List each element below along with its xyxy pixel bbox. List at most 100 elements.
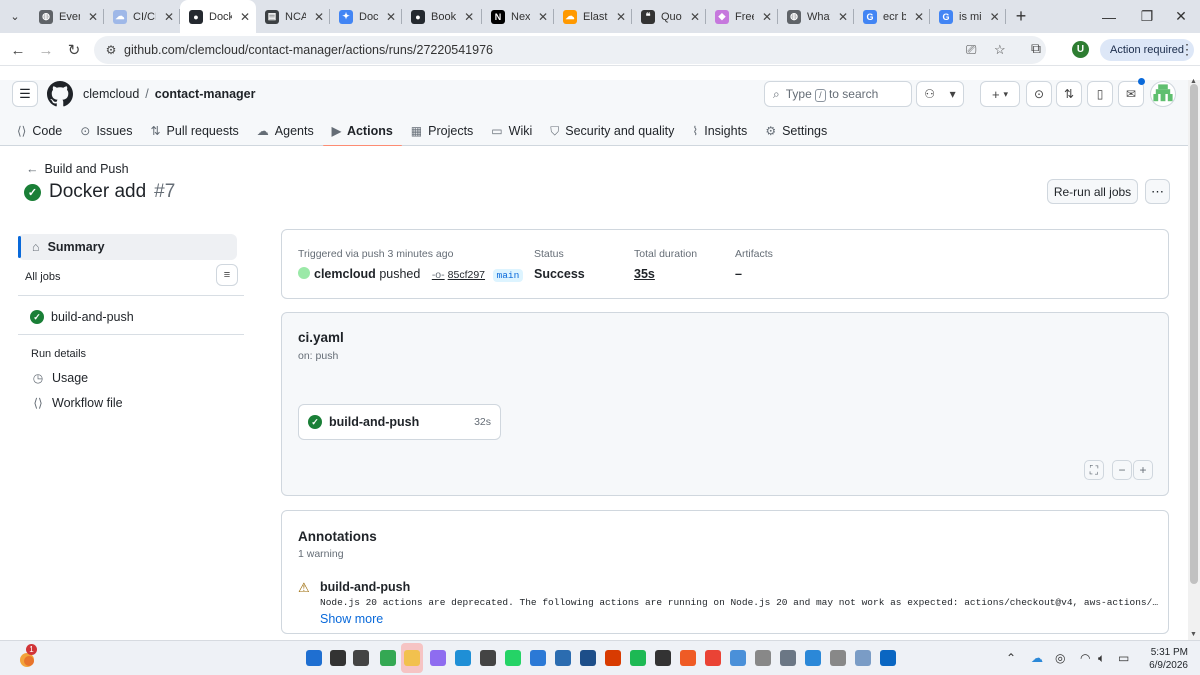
commit-sha-link[interactable]: -o- 85cf297 — [432, 269, 485, 281]
reload-icon[interactable]: ↻ — [62, 38, 86, 62]
close-tab-icon[interactable]: ✕ — [990, 10, 1000, 24]
vscode-icon[interactable] — [530, 650, 546, 666]
tab-insights[interactable]: ⌇ Insights — [683, 116, 756, 146]
terminal-icon[interactable] — [480, 650, 496, 666]
close-window-icon[interactable]: ✕ — [1162, 0, 1200, 33]
close-tab-icon[interactable]: ✕ — [314, 10, 324, 24]
search-input[interactable]: ⌕ Type / to search — [764, 81, 912, 107]
app-icon[interactable] — [805, 650, 821, 666]
tab-security-and-quality[interactable]: ⛉ Security and quality — [541, 116, 683, 146]
browser-tab[interactable]: Gecr b ✕ — [854, 0, 930, 33]
close-tab-icon[interactable]: ✕ — [914, 10, 924, 24]
console-icon[interactable] — [655, 650, 671, 666]
browser-tab[interactable]: ✦Dock✕ — [330, 0, 402, 33]
back-to-workflow-link[interactable]: ← Build and Push — [26, 162, 129, 176]
search-icon[interactable] — [330, 650, 346, 666]
paint-icon[interactable] — [855, 650, 871, 666]
page-scrollbar[interactable]: ▲ ▼ — [1188, 78, 1200, 640]
close-tab-icon[interactable]: ✕ — [164, 10, 174, 24]
database-icon[interactable] — [755, 650, 771, 666]
browser-tab[interactable]: ◍Event✕ — [30, 0, 104, 33]
postman-icon[interactable] — [680, 650, 696, 666]
tab-agents[interactable]: ☁ Agents — [248, 116, 323, 146]
volume-icon[interactable]: 🔈︎ — [1098, 651, 1105, 666]
scrollbar-thumb[interactable] — [1190, 84, 1198, 584]
duration-link[interactable]: 35s — [634, 267, 655, 281]
close-tab-icon[interactable]: ✕ — [690, 10, 700, 24]
filter-icon[interactable]: ≡ — [216, 264, 238, 286]
edge-icon[interactable] — [455, 650, 471, 666]
battery-icon[interactable]: ▭ — [1118, 651, 1129, 665]
rerun-all-jobs-button[interactable]: Re-run all jobs — [1047, 179, 1138, 204]
repo-link[interactable]: contact-manager — [155, 87, 256, 101]
zoom-in-icon[interactable]: + — [1133, 460, 1153, 480]
url-text[interactable]: github.com/clemcloud/contact-manager/act… — [124, 43, 493, 57]
browser-tab[interactable]: ❝Quot✕ — [632, 0, 706, 33]
task-view-icon[interactable] — [353, 650, 369, 666]
office-icon[interactable] — [605, 650, 621, 666]
profile-avatar[interactable]: U — [1072, 41, 1089, 58]
copilot-icon[interactable] — [430, 650, 446, 666]
tab-actions[interactable]: ▶ Actions — [322, 116, 402, 147]
app-icon[interactable] — [830, 650, 846, 666]
user-avatar[interactable] — [1150, 81, 1176, 107]
browser-tab[interactable]: ☁CI/CD✕ — [104, 0, 180, 33]
browser-tab[interactable]: NNext✕ — [482, 0, 554, 33]
branch-label[interactable]: main — [492, 269, 524, 282]
pull-requests-icon[interactable]: ⇅ — [1056, 81, 1082, 107]
browser-tab[interactable]: ● Dock ✕ — [180, 0, 256, 33]
sync-icon[interactable]: ◎ — [1055, 651, 1065, 665]
zoom-out-icon[interactable]: − — [1112, 460, 1132, 480]
onedrive-icon[interactable]: ☁ — [1031, 651, 1043, 665]
new-tab-button[interactable]: + — [1006, 0, 1036, 33]
file-explorer-icon[interactable] — [404, 650, 420, 666]
settings-icon[interactable] — [780, 650, 796, 666]
chrome-icon[interactable] — [705, 650, 721, 666]
forward-icon[interactable]: → — [34, 38, 58, 62]
close-tab-icon[interactable]: ✕ — [538, 10, 548, 24]
copilot-button[interactable]: ⚇ ▾ — [916, 81, 964, 107]
tab-pull-requests[interactable]: ⇅ Pull requests — [141, 116, 247, 146]
tab-issues[interactable]: ⊙ Issues — [71, 116, 141, 146]
browser-tab[interactable]: ● Book ✕ — [402, 0, 482, 33]
linkedin-icon[interactable] — [880, 650, 896, 666]
kebab-menu-icon[interactable]: ⋯ — [1145, 179, 1170, 204]
repositories-icon[interactable]: ▯ — [1087, 81, 1113, 107]
close-tab-icon[interactable]: ✕ — [464, 10, 474, 24]
close-tab-icon[interactable]: ✕ — [838, 10, 848, 24]
chrome-icon[interactable] — [380, 650, 396, 666]
browser-tab[interactable]: ☁ Elasti ✕ — [554, 0, 632, 33]
system-clock[interactable]: 5:31 PM 6/9/2026 — [1144, 646, 1188, 672]
browser-tab[interactable]: Gis mi ✕ — [930, 0, 1006, 33]
job-card[interactable]: ✓ build-and-push 32s — [298, 404, 501, 440]
chevron-up-icon[interactable]: ⌃ — [1006, 651, 1016, 665]
browser-menu-icon[interactable]: ⋮ — [1180, 41, 1194, 58]
sidebar-item-job[interactable]: ✓ build-and-push — [30, 310, 134, 324]
close-tab-icon[interactable]: ✕ — [762, 10, 772, 24]
show-more-link[interactable]: Show more — [320, 612, 383, 626]
fullscreen-icon[interactable]: ⛶ — [1084, 460, 1104, 480]
address-bar[interactable]: ⚙ github.com/clemcloud/contact-manager/a… — [94, 36, 1046, 64]
windows-start-icon[interactable] — [306, 650, 322, 666]
maximize-icon[interactable]: ❐ — [1128, 0, 1166, 33]
github-logo-icon[interactable] — [47, 81, 73, 107]
browser-tab[interactable]: ◍What✕ — [778, 0, 854, 33]
spotify-icon[interactable] — [630, 650, 646, 666]
app-icon[interactable] — [555, 650, 571, 666]
bookmark-star-icon[interactable]: ☆ — [994, 42, 1006, 58]
hamburger-menu-icon[interactable]: ☰ — [12, 81, 38, 107]
back-icon[interactable]: ← — [6, 38, 30, 62]
owner-link[interactable]: clemcloud — [83, 87, 139, 101]
app-icon[interactable] — [580, 650, 596, 666]
annotation-job-link[interactable]: build-and-push — [320, 580, 410, 594]
minimize-icon[interactable]: — — [1090, 0, 1128, 33]
notepad-icon[interactable] — [730, 650, 746, 666]
tab-code[interactable]: ⟨⟩ Code — [8, 116, 71, 146]
sidebar-item-usage[interactable]: ◷ Usage — [32, 371, 88, 385]
close-tab-icon[interactable]: ✕ — [88, 10, 98, 24]
close-tab-icon[interactable]: ✕ — [616, 10, 626, 24]
browser-tab[interactable]: ◆Free✕ — [706, 0, 778, 33]
close-tab-icon[interactable]: ✕ — [240, 10, 250, 24]
install-app-icon[interactable]: ⎚ — [966, 42, 976, 58]
extensions-icon[interactable]: ⧉ — [1031, 40, 1041, 57]
